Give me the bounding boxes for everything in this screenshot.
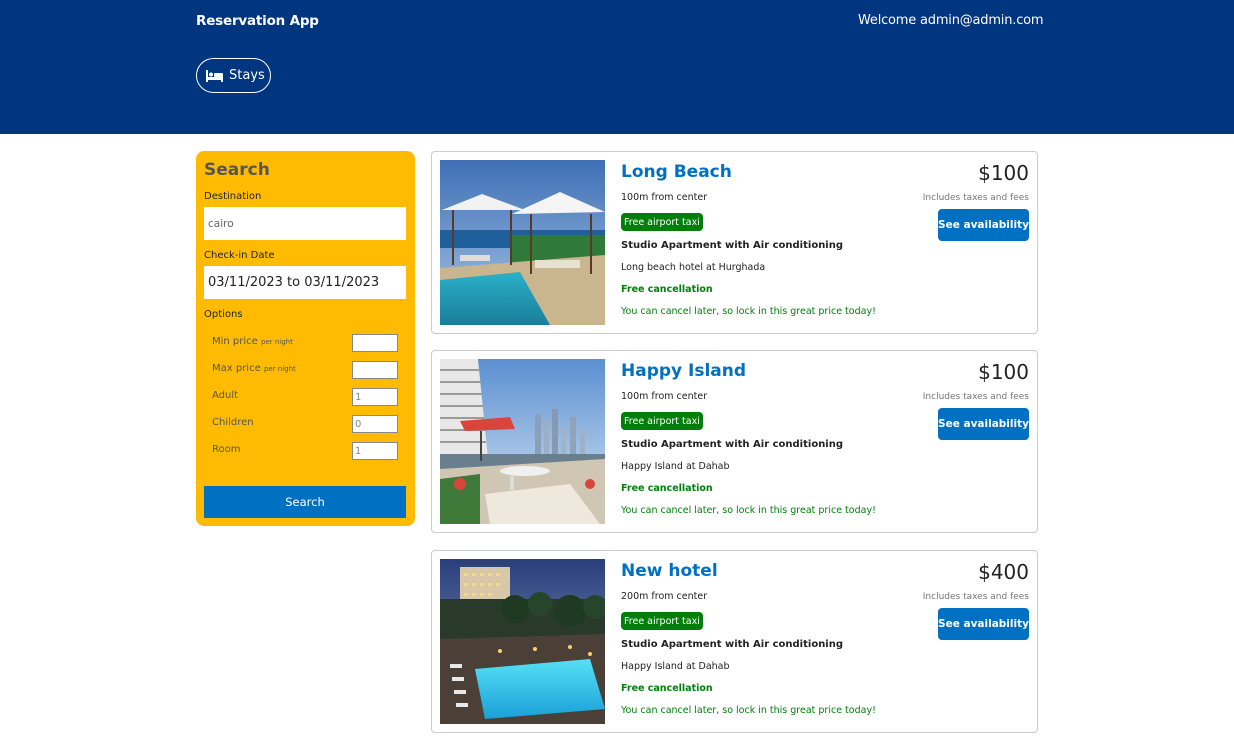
distance-text: 100m from center (621, 391, 708, 402)
hotel-photo[interactable] (440, 559, 605, 724)
hotel-description: Happy Island at Dahab (621, 661, 730, 672)
room-subtitle: Studio Apartment with Air conditioning (621, 439, 844, 450)
option-label: Max price (212, 363, 261, 374)
option-children: Children (212, 415, 398, 433)
room-input[interactable] (352, 442, 398, 460)
price: $100 (978, 161, 1029, 185)
children-input[interactable] (352, 415, 398, 433)
option-min-price: Min price per night (212, 334, 398, 352)
taxi-badge: Free airport taxi (621, 412, 703, 430)
see-availability-button[interactable]: See availability (938, 408, 1029, 440)
hotel-description: Long beach hotel at Hurghada (621, 262, 766, 273)
header: Reservation App Welcome admin@admin.com … (0, 0, 1234, 134)
adult-input[interactable] (352, 388, 398, 406)
hotel-name[interactable]: Long Beach (621, 162, 732, 182)
stays-label: Stays (229, 68, 265, 83)
option-max-price: Max price per night (212, 361, 398, 379)
cancel-label: Free cancellation (621, 483, 713, 494)
room-subtitle: Studio Apartment with Air conditioning (621, 639, 844, 650)
option-label: Min price (212, 336, 258, 347)
distance-text: 100m from center (621, 192, 708, 203)
result-card: Long Beach 100m from center Free airport… (431, 151, 1038, 334)
search-panel: Search Destination Check-in Date 03/11/2… (196, 151, 415, 526)
taxi-badge: Free airport taxi (621, 213, 703, 231)
max-price-input[interactable] (352, 361, 398, 379)
app-brand[interactable]: Reservation App (196, 13, 319, 29)
price: $100 (978, 360, 1029, 384)
options-label: Options (204, 309, 243, 320)
welcome-text: Welcome admin@admin.com (858, 13, 1044, 28)
cancel-note: You can cancel later, so lock in this gr… (621, 705, 876, 716)
hotel-photo[interactable] (440, 160, 605, 325)
see-availability-button[interactable]: See availability (938, 608, 1029, 640)
option-label: Children (212, 417, 254, 428)
destination-label: Destination (204, 191, 262, 202)
stays-nav-button[interactable]: Stays (196, 58, 271, 93)
cancel-label: Free cancellation (621, 683, 713, 694)
cancel-label: Free cancellation (621, 284, 713, 295)
tax-note: Includes taxes and fees (922, 392, 1029, 402)
cancel-note: You can cancel later, so lock in this gr… (621, 306, 876, 317)
hotel-description: Happy Island at Dahab (621, 461, 730, 472)
option-adult: Adult (212, 388, 398, 406)
option-room: Room (212, 442, 398, 460)
price: $400 (978, 560, 1029, 584)
cancel-note: You can cancel later, so lock in this gr… (621, 505, 876, 516)
option-suffix: per night (263, 365, 296, 373)
option-suffix: per night (261, 338, 293, 346)
option-label: Adult (212, 390, 239, 401)
result-card: Happy Island 100m from center Free airpo… (431, 350, 1038, 533)
checkin-date-input[interactable]: 03/11/2023 to 03/11/2023 (204, 266, 406, 299)
min-price-input[interactable] (352, 334, 398, 352)
distance-text: 200m from center (621, 591, 708, 602)
hotel-photo[interactable] (440, 359, 605, 524)
see-availability-button[interactable]: See availability (938, 209, 1029, 241)
checkin-label: Check-in Date (204, 250, 275, 261)
room-subtitle: Studio Apartment with Air conditioning (621, 240, 844, 251)
hotel-name[interactable]: Happy Island (621, 361, 746, 381)
result-card: New hotel 200m from center Free airport … (431, 550, 1038, 733)
bed-icon (206, 69, 223, 82)
option-label: Room (212, 444, 241, 455)
search-panel-title: Search (204, 160, 270, 180)
destination-input[interactable] (204, 207, 406, 240)
hotel-name[interactable]: New hotel (621, 561, 718, 581)
search-button[interactable]: Search (204, 486, 406, 518)
taxi-badge: Free airport taxi (621, 612, 703, 630)
tax-note: Includes taxes and fees (922, 193, 1029, 203)
tax-note: Includes taxes and fees (922, 592, 1029, 602)
